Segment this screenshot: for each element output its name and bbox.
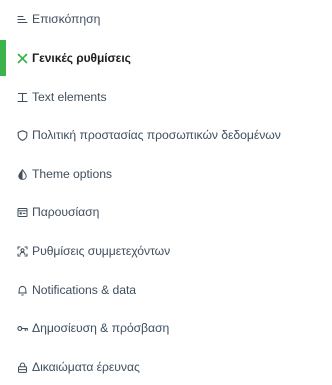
sidebar-item-general-settings[interactable]: Γενικές ρυθμίσεις bbox=[0, 40, 332, 76]
sidebar-item-participant-settings[interactable]: Ρυθμίσεις συμμετεχόντων bbox=[0, 233, 332, 269]
sidebar-item-survey-permissions[interactable]: Δικαιώματα έρευνας bbox=[0, 349, 332, 385]
presentation-icon bbox=[17, 207, 28, 218]
sidebar-item-privacy-policy[interactable]: Πολιτική προστασίας προσωπικών δεδομένων bbox=[0, 117, 332, 153]
sidebar-item-label: Ρυθμίσεις συμμετεχόντων bbox=[32, 244, 171, 258]
sidebar-item-label: Γενικές ρυθμίσεις bbox=[32, 51, 131, 65]
contrast-drop-icon bbox=[17, 168, 28, 180]
survey-settings-sidebar: Επισκόπηση Γενικές ρυθμίσεις Text elemen… bbox=[0, 0, 332, 376]
bell-icon bbox=[17, 285, 28, 296]
sidebar-item-publish-access[interactable]: Δημοσίευση & πρόσβαση bbox=[0, 310, 332, 346]
lock-icon bbox=[17, 361, 28, 373]
shield-icon bbox=[17, 129, 28, 141]
sidebar-item-label: Theme options bbox=[32, 167, 112, 181]
sidebar-item-text-elements[interactable]: Text elements bbox=[0, 79, 332, 115]
key-icon bbox=[17, 323, 28, 334]
sidebar-item-label: Επισκόπηση bbox=[32, 12, 101, 26]
sidebar-item-label: Δημοσίευση & πρόσβαση bbox=[32, 321, 170, 335]
sidebar-item-label: Πολιτική προστασίας προσωπικών δεδομένων bbox=[32, 128, 281, 142]
active-indicator bbox=[0, 40, 6, 76]
sidebar-item-overview[interactable]: Επισκόπηση bbox=[0, 1, 332, 37]
sidebar-item-label: Text elements bbox=[32, 90, 107, 104]
sidebar-item-label: Παρουσίαση bbox=[32, 205, 100, 219]
sidebar-item-label: Δικαιώματα έρευνας bbox=[32, 360, 140, 374]
sidebar-item-theme-options[interactable]: Theme options bbox=[0, 156, 332, 192]
participant-settings-icon bbox=[17, 246, 28, 257]
sidebar-item-presentation[interactable]: Παρουσίαση bbox=[0, 194, 332, 230]
tools-icon bbox=[17, 53, 28, 64]
text-cursor-icon bbox=[17, 92, 28, 103]
sidebar-item-notifications-data[interactable]: Notifications & data bbox=[0, 272, 332, 308]
overview-lines-icon bbox=[17, 14, 28, 25]
sidebar-item-label: Notifications & data bbox=[32, 283, 137, 297]
